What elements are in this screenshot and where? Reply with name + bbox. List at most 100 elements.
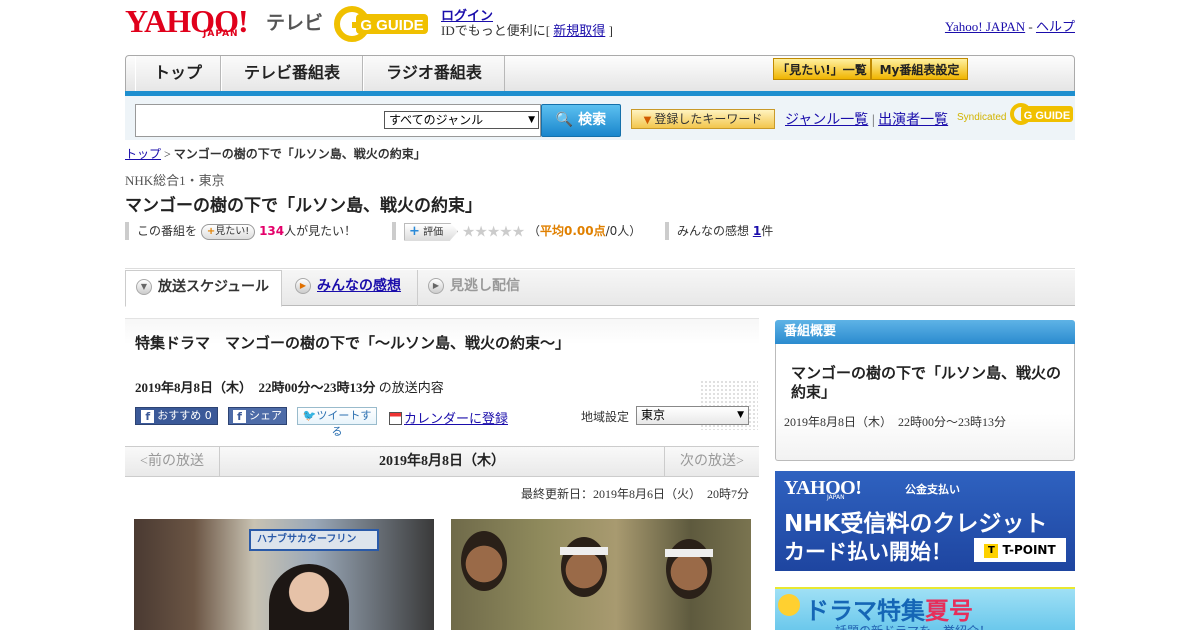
content-tabs: ▼ 放送スケジュール ▶ みんなの感想 ▶ 見逃し配信 — [125, 270, 1075, 307]
calendar-register-link[interactable]: カレンダーに登録 — [404, 411, 508, 426]
photo-person — [269, 564, 349, 630]
photo-headband — [560, 547, 608, 555]
tab-schedule[interactable]: ▼ 放送スケジュール — [125, 270, 282, 307]
mitai-prefix: この番組を — [137, 224, 198, 238]
help-link[interactable]: ヘルプ — [1036, 19, 1075, 34]
photo-person — [461, 531, 507, 591]
search-button[interactable]: 🔍 検索 — [541, 104, 621, 137]
genre-links: ジャンル一覧 | 出演者一覧 — [785, 109, 948, 129]
impressions-suffix: 件 — [761, 224, 774, 238]
sidebar-header: 番組概要 — [775, 320, 1075, 344]
facebook-icon: f — [141, 410, 155, 423]
last-updated: 最終更新日：2019年8月6日（火） 20時7分 — [520, 487, 749, 501]
ad-yahoo-japan-sub: JAPAN — [827, 494, 845, 501]
top-links: Yahoo! JAPAN - ヘルプ — [945, 16, 1075, 35]
facebook-recommend-button[interactable]: f おすすめ 0 — [135, 407, 218, 425]
ad-yahoo-logo: YAHOO! — [784, 477, 862, 499]
mitai-button-label: 見たい! — [215, 225, 250, 237]
breadcrumb-top[interactable]: トップ — [125, 147, 161, 161]
calendar-register[interactable]: カレンダーに登録 — [389, 408, 508, 427]
performer-list-link[interactable]: 出演者一覧 — [878, 113, 948, 128]
tpoint-label: T-POINT — [1002, 543, 1056, 557]
keyword-button-label: 登録したキーワード — [654, 112, 763, 126]
photo-person — [666, 539, 712, 599]
mitai-list-button[interactable]: 「見たい!」一覧 — [773, 58, 871, 80]
tab-missed[interactable]: ▶ 見逃し配信 — [417, 270, 547, 306]
top-links-sep: - — [1025, 19, 1036, 34]
rating-stat: + 評価 ★★★★★ （平均0.00点/0人） — [392, 222, 642, 241]
program-datetime-value: 2019年8月8日（木） 22時00分～23時13分 — [135, 380, 376, 395]
triangle-down-icon: ▼ — [643, 115, 652, 126]
syndicated-gguide-logo: Syndicated G GUIDE — [957, 103, 1073, 125]
ad-line-2: カード払い開始！ — [784, 540, 952, 564]
rating-button-label: 評価 — [423, 226, 444, 238]
ad2-subtitle: 話題の新ドラマを一挙紹介！ — [835, 622, 991, 630]
next-broadcast-link[interactable]: 次の放送> — [664, 447, 759, 476]
sidebar-program-title: マンゴーの樹の下で「ルソン島、戦火の約束」 — [791, 364, 1062, 401]
tweet-button[interactable]: 🐦ツイートする — [297, 407, 377, 438]
gguide-logo-text: G GUIDE — [360, 17, 423, 34]
mitai-button[interactable]: +見たい! — [200, 223, 256, 240]
nav-tab-radio[interactable]: ラジオ番組表 — [363, 56, 505, 92]
nav-tab-top[interactable]: トップ — [135, 56, 221, 92]
search-icon: 🔍 — [555, 112, 574, 128]
facebook-share-button[interactable]: f シェア — [228, 407, 287, 425]
gguide-logo[interactable]: G GUIDE — [334, 6, 434, 42]
nhk-credit-ad[interactable]: YAHOO! JAPAN 公金支払い NHK受信料のクレジット カード払い開始！… — [775, 471, 1075, 571]
tab-missed-label: 見逃し配信 — [450, 278, 520, 294]
impressions-count-link[interactable]: 1 — [753, 224, 761, 238]
ad2-title-red: 夏号 — [925, 597, 973, 625]
nav-tab-tv[interactable]: テレビ番組表 — [221, 56, 363, 92]
ad-service-label: 公金支払い — [905, 483, 960, 496]
login-sub: IDでもっと便利に[ 新規取得 ] — [441, 20, 613, 39]
genre-select[interactable]: すべてのジャンル — [384, 111, 539, 129]
avg-suffix: /0人） — [605, 224, 642, 238]
ad2-title: ドラマ特集夏号 — [805, 591, 973, 626]
login-prefix: IDでもっと便利に[ — [441, 23, 554, 38]
program-photo-1[interactable]: ハナブサカターフリン — [134, 519, 434, 630]
program-photo-2[interactable] — [451, 519, 751, 630]
breadcrumb: トップ > マンゴーの樹の下で「ルソン島、戦火の約束」 — [125, 145, 426, 162]
synd-logo-text: G GUIDE — [1024, 110, 1070, 122]
ad2-title-main: ドラマ特集 — [805, 597, 925, 625]
sidebar-summary-box — [775, 344, 1075, 461]
star-rating-icon: ★★★★★ — [461, 222, 525, 241]
search-button-label: 検索 — [578, 112, 607, 128]
calendar-icon — [389, 412, 402, 425]
facebook-share-label: シェア — [249, 409, 282, 422]
prev-broadcast-link[interactable]: <前の放送 — [125, 447, 220, 476]
tab-reviews-label: みんなの感想 — [317, 278, 401, 294]
tpoint-icon: T — [984, 544, 999, 558]
region-select[interactable]: 東京 — [636, 406, 749, 425]
plus-icon: + — [206, 225, 216, 237]
genre-links-divider: | — [871, 113, 875, 128]
ad-line-1: NHK受信料のクレジット — [784, 511, 1048, 537]
genre-list-link[interactable]: ジャンル一覧 — [785, 113, 868, 128]
page-title: マンゴーの樹の下で「ルソン島、戦火の約束」 — [125, 196, 482, 216]
current-broadcast-date: 2019年8月8日（木） — [379, 454, 505, 469]
plus-icon: + — [409, 223, 420, 239]
avg-prefix: （ — [528, 224, 541, 238]
yahoo-japan-link[interactable]: Yahoo! JAPAN — [945, 19, 1025, 34]
chevron-down-icon: ▼ — [136, 279, 152, 295]
register-link[interactable]: 新規取得 — [553, 23, 605, 38]
drama-special-ad[interactable]: ドラマ特集夏号 話題の新ドラマを一挙紹介！ — [775, 587, 1075, 630]
mitai-stat: この番組を +見たい! 134人が見たい！ — [125, 222, 356, 240]
impressions-prefix: みんなの感想 — [677, 224, 753, 238]
mitai-count: 134 — [259, 224, 285, 238]
twitter-bird-icon: 🐦 — [302, 409, 317, 422]
date-nav: <前の放送 2019年8月8日（木） 次の放送> — [125, 446, 759, 477]
channel-label: NHK総合1・東京 — [125, 173, 225, 188]
tab-reviews[interactable]: ▶ みんなの感想 — [295, 270, 415, 306]
program-datetime: 2019年8月8日（木） 22時00分～23時13分 の放送内容 — [135, 377, 444, 396]
syndicated-text: Syndicated — [957, 112, 1006, 123]
keyword-button[interactable]: ▼ 登録したキーワード — [631, 109, 775, 129]
avg-score: 平均0.00点 — [540, 224, 606, 238]
rating-button[interactable]: + 評価 — [404, 222, 459, 241]
tv-label[interactable]: テレビ — [266, 8, 323, 35]
chevron-right-icon: ▶ — [295, 278, 311, 294]
tabs-divider — [125, 268, 1075, 269]
sidebar-program-time: 2019年8月8日（木） 22時00分～23時13分 — [784, 415, 1007, 429]
facebook-recommend-label: おすすめ 0 — [157, 409, 212, 422]
my-table-button[interactable]: My番組表設定 — [871, 58, 968, 80]
